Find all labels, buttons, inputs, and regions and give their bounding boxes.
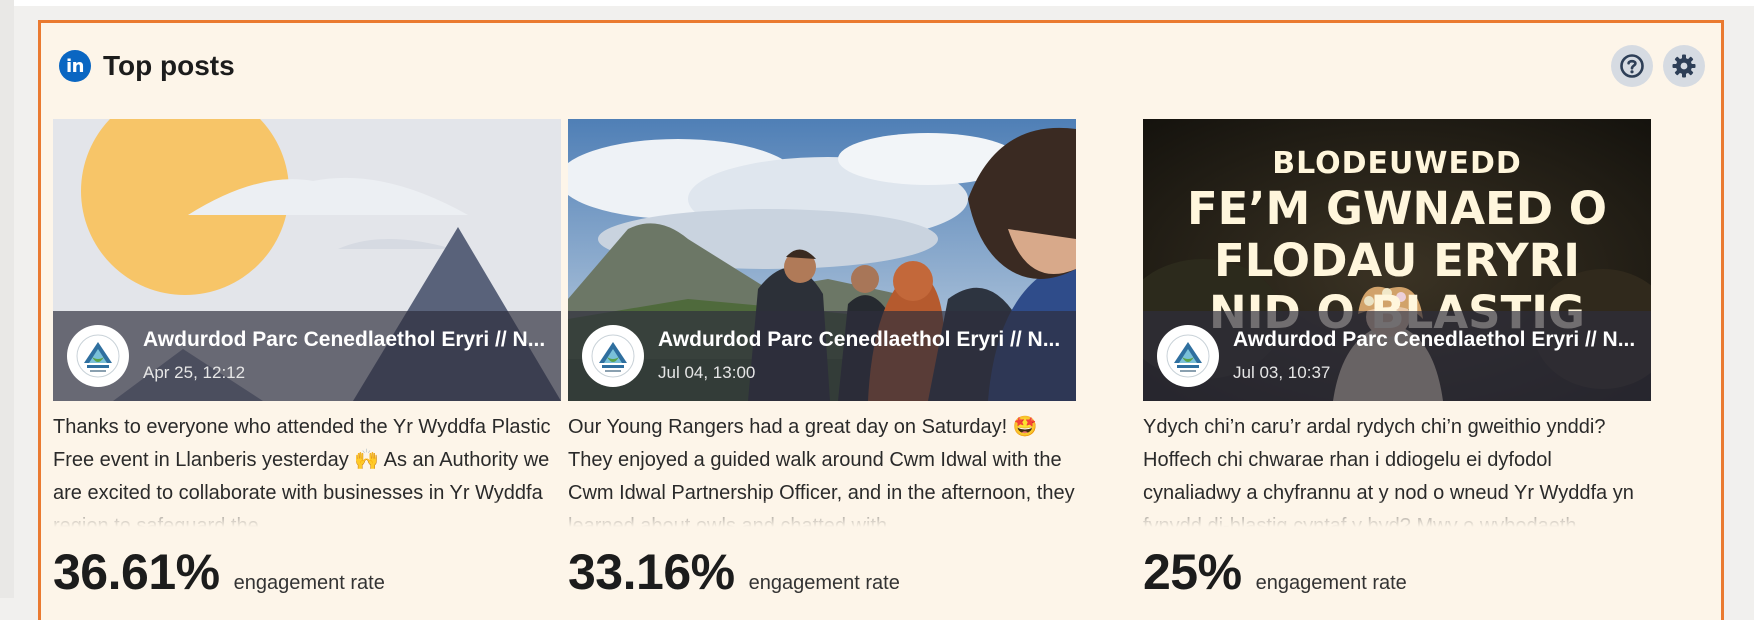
engagement-rate-value: 36.61% — [53, 544, 220, 600]
poster-title: BLODEUWEDD — [1272, 146, 1522, 181]
post-image[interactable]: Awdurdod Parc Cenedlaethol Eryri // N...… — [53, 119, 561, 401]
text-fade — [1143, 501, 1651, 527]
eryri-logo-icon — [1166, 334, 1210, 378]
author-name[interactable]: Awdurdod Parc Cenedlaethol Eryri // N... — [1233, 328, 1641, 352]
engagement-rate-value: 33.16% — [568, 544, 735, 600]
post-author-bar: Awdurdod Parc Cenedlaethol Eryri // N...… — [568, 311, 1076, 401]
engagement-rate-value: 25% — [1143, 544, 1242, 600]
poster-text: BLODEUWEDD FE’M GWNAED O FLODAU ERYRI NI… — [1143, 145, 1651, 339]
text-fade — [53, 501, 561, 527]
post-card[interactable]: Awdurdod Parc Cenedlaethol Eryri // N...… — [53, 119, 561, 601]
post-card[interactable]: Awdurdod Parc Cenedlaethol Eryri // N...… — [568, 119, 1076, 601]
post-text: Ydych chi’n caru’r ardal rydych chi’n gw… — [1143, 411, 1651, 527]
author-avatar[interactable] — [582, 325, 644, 387]
author-name[interactable]: Awdurdod Parc Cenedlaethol Eryri // N... — [658, 328, 1066, 352]
post-date: Apr 25, 12:12 — [143, 363, 246, 382]
gear-icon — [1672, 54, 1696, 78]
poster-line: FE’M GWNAED O — [1186, 182, 1608, 235]
post-text: Thanks to everyone who attended the Yr W… — [53, 411, 561, 527]
author-avatar[interactable] — [1157, 325, 1219, 387]
engagement-metric: 33.16% engagement rate — [568, 543, 900, 601]
eryri-logo-icon — [76, 334, 120, 378]
post-author-bar: Awdurdod Parc Cenedlaethol Eryri // N...… — [1143, 311, 1651, 401]
author-name[interactable]: Awdurdod Parc Cenedlaethol Eryri // N... — [143, 328, 551, 352]
text-fade — [568, 501, 1076, 527]
post-date: Jul 03, 10:37 — [1233, 363, 1331, 382]
engagement-rate-label: engagement rate — [748, 572, 900, 594]
engagement-metric: 25% engagement rate — [1143, 543, 1407, 601]
author-avatar[interactable] — [67, 325, 129, 387]
eryri-logo-icon — [591, 334, 635, 378]
app-left-strip — [0, 0, 14, 598]
poster-line: FLODAU ERYRI — [1214, 234, 1580, 287]
engagement-rate-label: engagement rate — [233, 572, 385, 594]
engagement-metric: 36.61% engagement rate — [53, 543, 385, 601]
linkedin-icon: in — [59, 50, 91, 82]
post-card[interactable]: BLODEUWEDD FE’M GWNAED O FLODAU ERYRI NI… — [1143, 119, 1651, 601]
post-author-bar: Awdurdod Parc Cenedlaethol Eryri // N...… — [53, 311, 561, 401]
post-text: Our Young Rangers had a great day on Sat… — [568, 411, 1076, 527]
post-image[interactable]: Awdurdod Parc Cenedlaethol Eryri // N...… — [568, 119, 1076, 401]
widget-title: Top posts — [103, 50, 235, 81]
app-top-strip — [0, 0, 1754, 6]
question-circle-icon — [1620, 54, 1644, 78]
post-date: Jul 04, 13:00 — [658, 363, 756, 382]
top-posts-widget: in Top posts Awdurdod Parc Cenedlaethol … — [38, 20, 1724, 620]
settings-button[interactable] — [1663, 45, 1705, 87]
post-image[interactable]: BLODEUWEDD FE’M GWNAED O FLODAU ERYRI NI… — [1143, 119, 1651, 401]
engagement-rate-label: engagement rate — [1255, 572, 1407, 594]
widget-header: in Top posts — [59, 45, 235, 87]
help-button[interactable] — [1611, 45, 1653, 87]
